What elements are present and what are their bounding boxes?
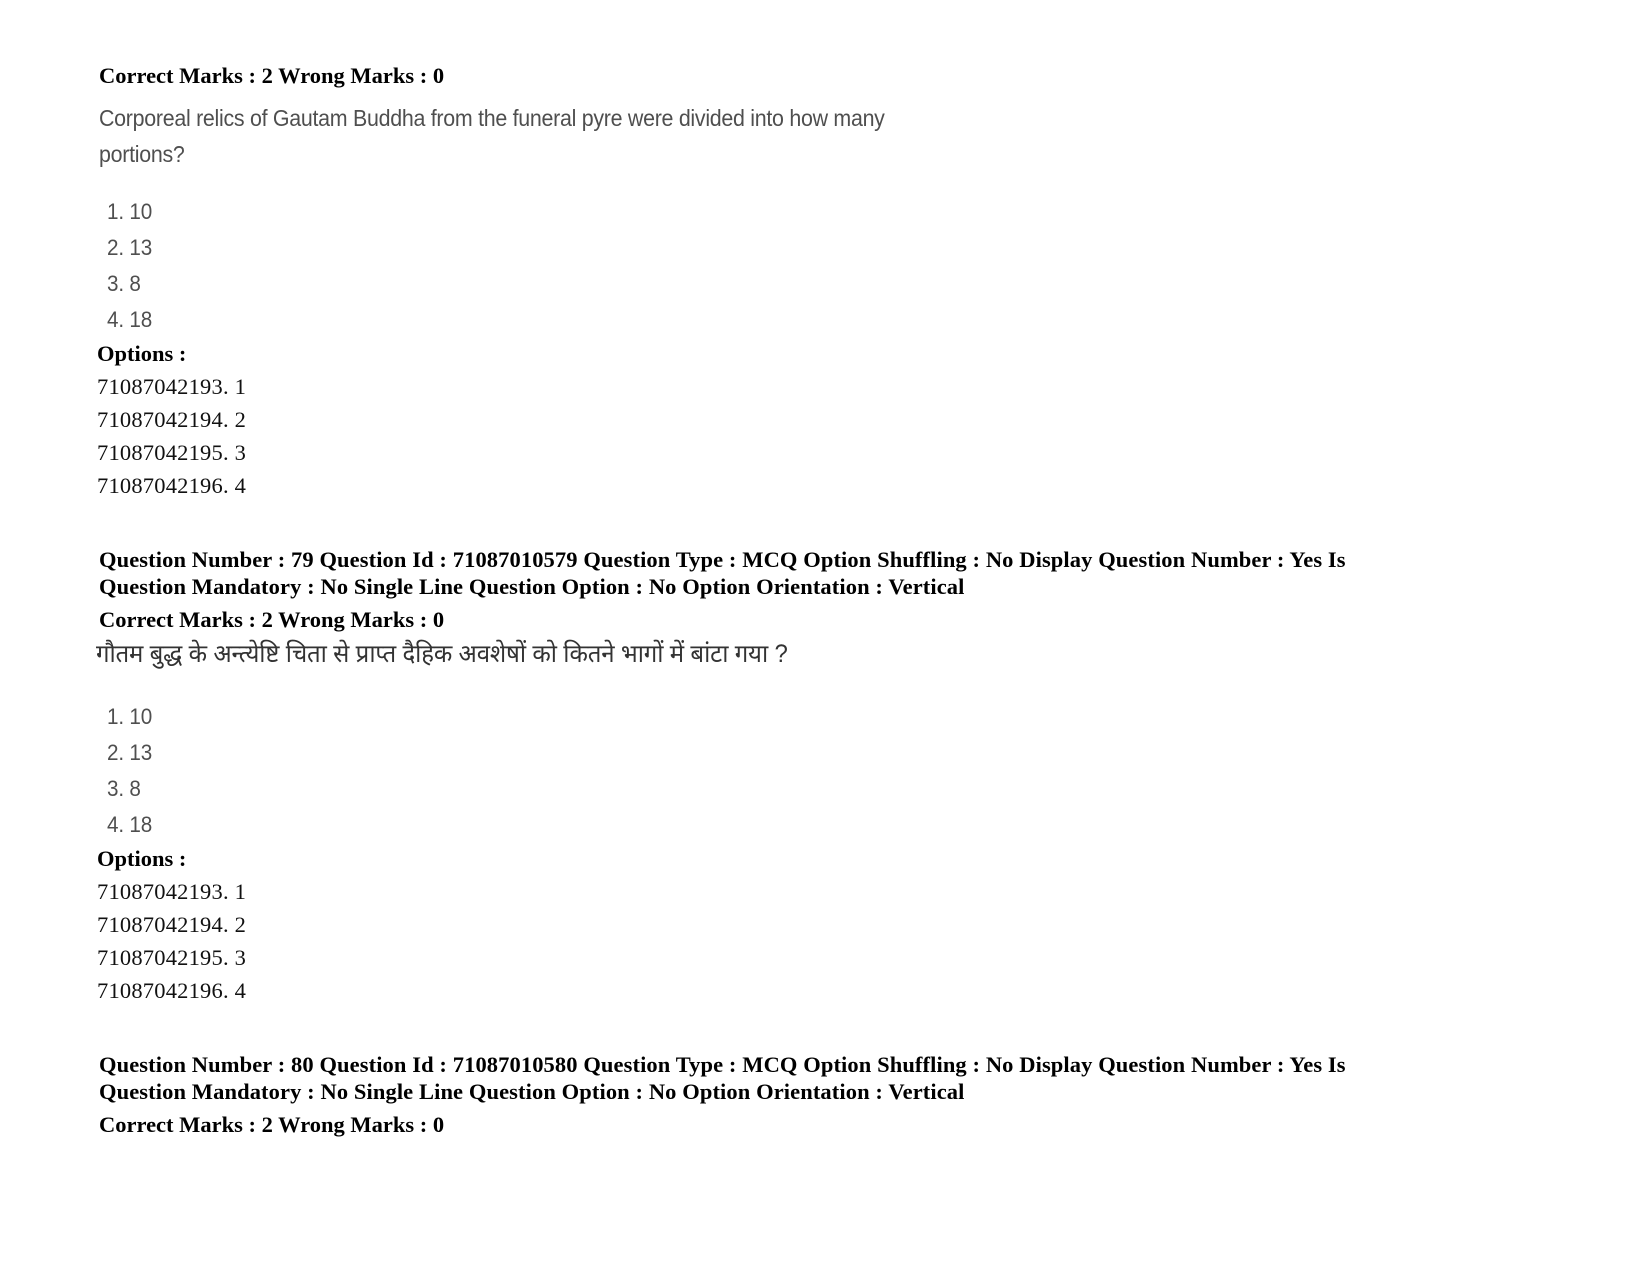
q78-options-label: Options : <box>97 341 187 366</box>
q78-option-id-3: 71087042195. 3 <box>97 440 247 465</box>
q79-choice-3[interactable]: 3. 8 <box>107 775 141 802</box>
document-page: Correct Marks : 2 Wrong Marks : 0 Corpor… <box>0 0 1650 1275</box>
q79-options-label: Options : <box>97 846 187 871</box>
q79-meta-line-1: Question Number : 79 Question Id : 71087… <box>99 547 1346 572</box>
q78-option-id-4: 71087042196. 4 <box>97 473 247 498</box>
q80-meta-line-2: Question Mandatory : No Single Line Ques… <box>99 1079 965 1104</box>
q78-choice-2[interactable]: 2. 13 <box>107 234 152 261</box>
q78-option-id-1: 71087042193. 1 <box>97 374 247 399</box>
q78-question-text-line2: portions? <box>99 141 185 167</box>
q79-option-id-1: 71087042193. 1 <box>97 879 247 904</box>
q79-meta-line-2: Question Mandatory : No Single Line Ques… <box>99 574 965 599</box>
q79-question-text-hindi: गौतम बुद्ध के अन्त्येष्टि चिता से प्राप्… <box>96 640 788 668</box>
q79-choice-2[interactable]: 2. 13 <box>107 739 152 766</box>
q78-question-text-line1: Corporeal relics of Gautam Buddha from t… <box>99 105 885 131</box>
q78-choice-3[interactable]: 3. 8 <box>107 270 141 297</box>
q78-choice-1[interactable]: 1. 10 <box>107 198 152 225</box>
q78-choice-4[interactable]: 4. 18 <box>107 306 152 333</box>
q79-option-id-2: 71087042194. 2 <box>97 912 247 937</box>
q80-marks-line: Correct Marks : 2 Wrong Marks : 0 <box>99 1112 445 1137</box>
q80-meta-line-1: Question Number : 80 Question Id : 71087… <box>99 1052 1346 1077</box>
q79-option-id-4: 71087042196. 4 <box>97 978 247 1003</box>
q79-choice-4[interactable]: 4. 18 <box>107 811 152 838</box>
q79-option-id-3: 71087042195. 3 <box>97 945 247 970</box>
q78-marks-line: Correct Marks : 2 Wrong Marks : 0 <box>99 63 445 88</box>
q78-option-id-2: 71087042194. 2 <box>97 407 247 432</box>
q79-marks-line: Correct Marks : 2 Wrong Marks : 0 <box>99 607 445 632</box>
q79-choice-1[interactable]: 1. 10 <box>107 703 152 730</box>
